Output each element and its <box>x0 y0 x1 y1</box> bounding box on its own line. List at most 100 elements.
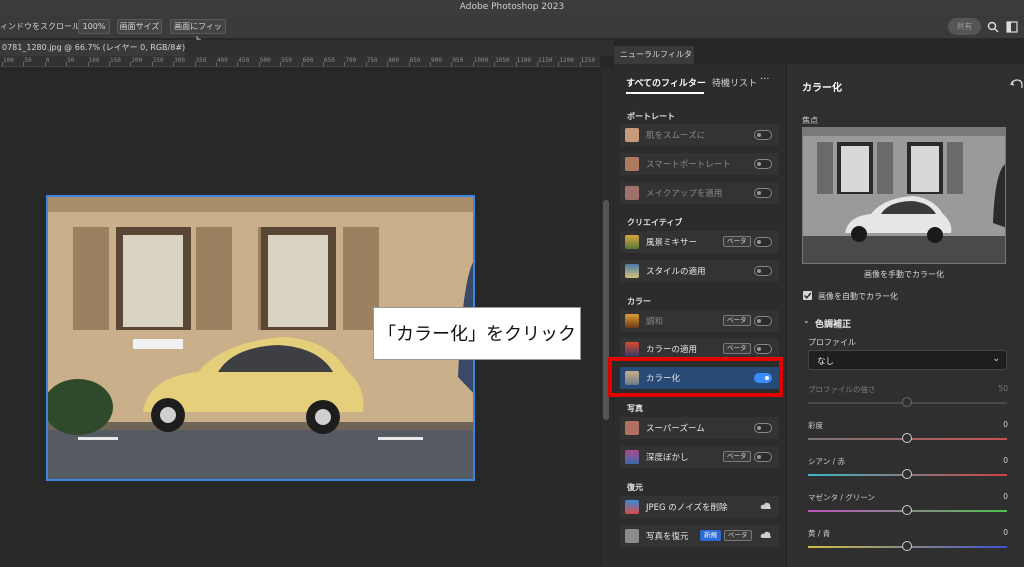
ruler-tick-label: 550 <box>281 57 293 64</box>
toggle-switch[interactable] <box>754 130 772 140</box>
toggle-switch[interactable] <box>754 316 772 326</box>
ruler-tick-label: 450 <box>238 57 250 64</box>
slider-knob[interactable] <box>902 397 912 407</box>
filter-item-smart-portrait[interactable]: スマートポートレート <box>620 153 779 175</box>
ruler-tick-label: 50 <box>24 57 32 64</box>
filter-label: スマートポートレート <box>646 160 731 170</box>
portrait-thumb-icon <box>625 157 639 171</box>
toggle-switch[interactable] <box>754 423 772 433</box>
ruler-tick <box>216 62 217 66</box>
instruction-callout: 「カラー化」をクリック <box>373 307 581 360</box>
search-icon[interactable] <box>987 21 999 33</box>
profile-dropdown[interactable]: なし ⌄ <box>808 350 1007 370</box>
landscape-thumb-icon <box>625 235 639 249</box>
ruler-tick-label: 400 <box>217 57 228 64</box>
filter-label: カラーの適用 <box>646 345 698 355</box>
cloud-download-icon[interactable] <box>760 530 772 540</box>
document-tab[interactable]: 0781_1280.jpg @ 66.7% (レイヤー 0, RGB/8#) * <box>0 40 185 56</box>
reset-icon[interactable] <box>1010 78 1024 90</box>
slider-label-saturation: 彩度 <box>808 421 823 430</box>
slider-value: 0 <box>1003 420 1008 429</box>
toggle-switch[interactable] <box>754 344 772 354</box>
zoom-100-button[interactable]: 100% <box>78 19 110 34</box>
slider-label-profile-strength: プロファイルの強さ <box>808 385 876 394</box>
slider-value: 50 <box>998 384 1008 393</box>
slider-value: 0 <box>1003 456 1008 465</box>
filter-label: メイクアップを適用 <box>646 189 723 199</box>
harmony-thumb-icon <box>625 314 639 328</box>
ruler-tick-label: 1100 <box>516 57 532 64</box>
ruler-tick-label: 650 <box>324 57 335 64</box>
profile-label: プロファイル <box>808 338 856 347</box>
ruler-tick <box>237 62 239 66</box>
tab-wait-list[interactable]: 待機リスト <box>712 76 757 89</box>
jpeg-thumb-icon <box>625 500 639 514</box>
beta-badge: ベータ <box>723 451 751 462</box>
filter-item-harmonization[interactable]: 調和 ベータ <box>620 310 779 332</box>
ruler-tick <box>579 62 581 66</box>
share-button[interactable]: 共有 <box>948 18 981 35</box>
tab-neural-filters[interactable]: ニューラルフィルター <box>614 46 694 77</box>
ruler-tick <box>344 62 346 66</box>
cloud-download-icon[interactable] <box>760 501 772 511</box>
tab-all-filters[interactable]: すべてのフィルター <box>626 76 706 89</box>
ruler-tick-label: 750 <box>366 57 378 64</box>
filter-label: JPEG のノイズを削除 <box>646 503 728 513</box>
ruler-tick <box>109 62 110 66</box>
ruler-tick <box>44 62 46 66</box>
ruler-tick <box>87 62 89 66</box>
more-menu-icon[interactable]: ··· <box>760 74 770 85</box>
ruler-tick <box>494 62 496 66</box>
filter-item-landscape-mixer[interactable]: 風景ミキサー ベータ <box>620 231 779 253</box>
section-restore: 復元 <box>627 483 643 492</box>
auto-colorize-checkbox[interactable] <box>803 291 812 300</box>
manual-colorize-label: 画像を手動でカラー化 <box>864 270 944 279</box>
ruler-tick <box>130 62 132 66</box>
ruler-tick <box>323 62 324 66</box>
slider-knob[interactable] <box>902 433 912 443</box>
ruler-tick <box>515 62 517 66</box>
chevron-down-icon[interactable]: ⌄ <box>803 316 810 325</box>
slider-knob[interactable] <box>902 541 912 551</box>
filter-item-jpeg-artifacts[interactable]: JPEG のノイズを削除 <box>620 496 779 518</box>
filter-label: スーパーズーム <box>646 424 705 434</box>
ruler-tick-label: 250 <box>152 57 164 64</box>
portrait-thumb-icon <box>625 186 639 200</box>
filter-item-depth-blur[interactable]: 深度ぼかし ベータ <box>620 446 779 468</box>
active-tab-indicator <box>626 92 704 94</box>
options-bar: ィンドウをスクロール 100% 画面サイズ 画面にフィット 共有 <box>0 15 1024 44</box>
ruler-tick-label: 800 <box>388 57 400 64</box>
ruler-tick-label: 700 <box>345 57 357 64</box>
filter-item-photo-restoration[interactable]: 写真を復元 新規 ベータ <box>620 525 779 547</box>
check-icon <box>804 292 812 299</box>
slider-label-cyan-red: シアン / 赤 <box>808 457 845 466</box>
ruler-tick <box>301 62 303 66</box>
filter-label: 写真を復元 <box>646 532 689 542</box>
filter-item-style-transfer[interactable]: スタイルの適用 <box>620 260 779 282</box>
adjustments-header[interactable]: 色調補正 <box>815 317 851 330</box>
ruler-tick <box>537 62 538 66</box>
toggle-switch[interactable] <box>754 237 772 247</box>
filter-item-super-zoom[interactable]: スーパーズーム <box>620 417 779 439</box>
fit-screen-button[interactable]: 画面サイズ <box>117 19 162 34</box>
filter-item-smooth-skin[interactable]: 肌をスムーズに <box>620 124 779 146</box>
toggle-switch[interactable] <box>754 266 772 276</box>
ruler-tick-label: 300 <box>174 57 186 64</box>
scroll-all-windows-label[interactable]: ィンドウをスクロール <box>0 21 80 32</box>
toggle-switch[interactable] <box>754 452 772 462</box>
section-photo: 写真 <box>627 404 643 413</box>
toggle-switch[interactable] <box>754 159 772 169</box>
style-thumb-icon <box>625 264 639 278</box>
ruler-tick <box>2 62 3 66</box>
slider-knob[interactable] <box>902 469 912 479</box>
slider-knob[interactable] <box>902 505 912 515</box>
focus-preview[interactable] <box>802 127 1006 264</box>
toggle-switch[interactable] <box>754 188 772 198</box>
ruler-tick <box>472 62 474 66</box>
workspace-icon[interactable] <box>1006 21 1018 33</box>
ruler-tick-label: 150 <box>110 57 121 64</box>
ruler-tick-label: 500 <box>259 57 271 64</box>
ruler-tick-label: 50 <box>67 57 75 64</box>
fill-screen-button[interactable]: 画面にフィット <box>170 19 226 44</box>
filter-item-makeup[interactable]: メイクアップを適用 <box>620 182 779 204</box>
